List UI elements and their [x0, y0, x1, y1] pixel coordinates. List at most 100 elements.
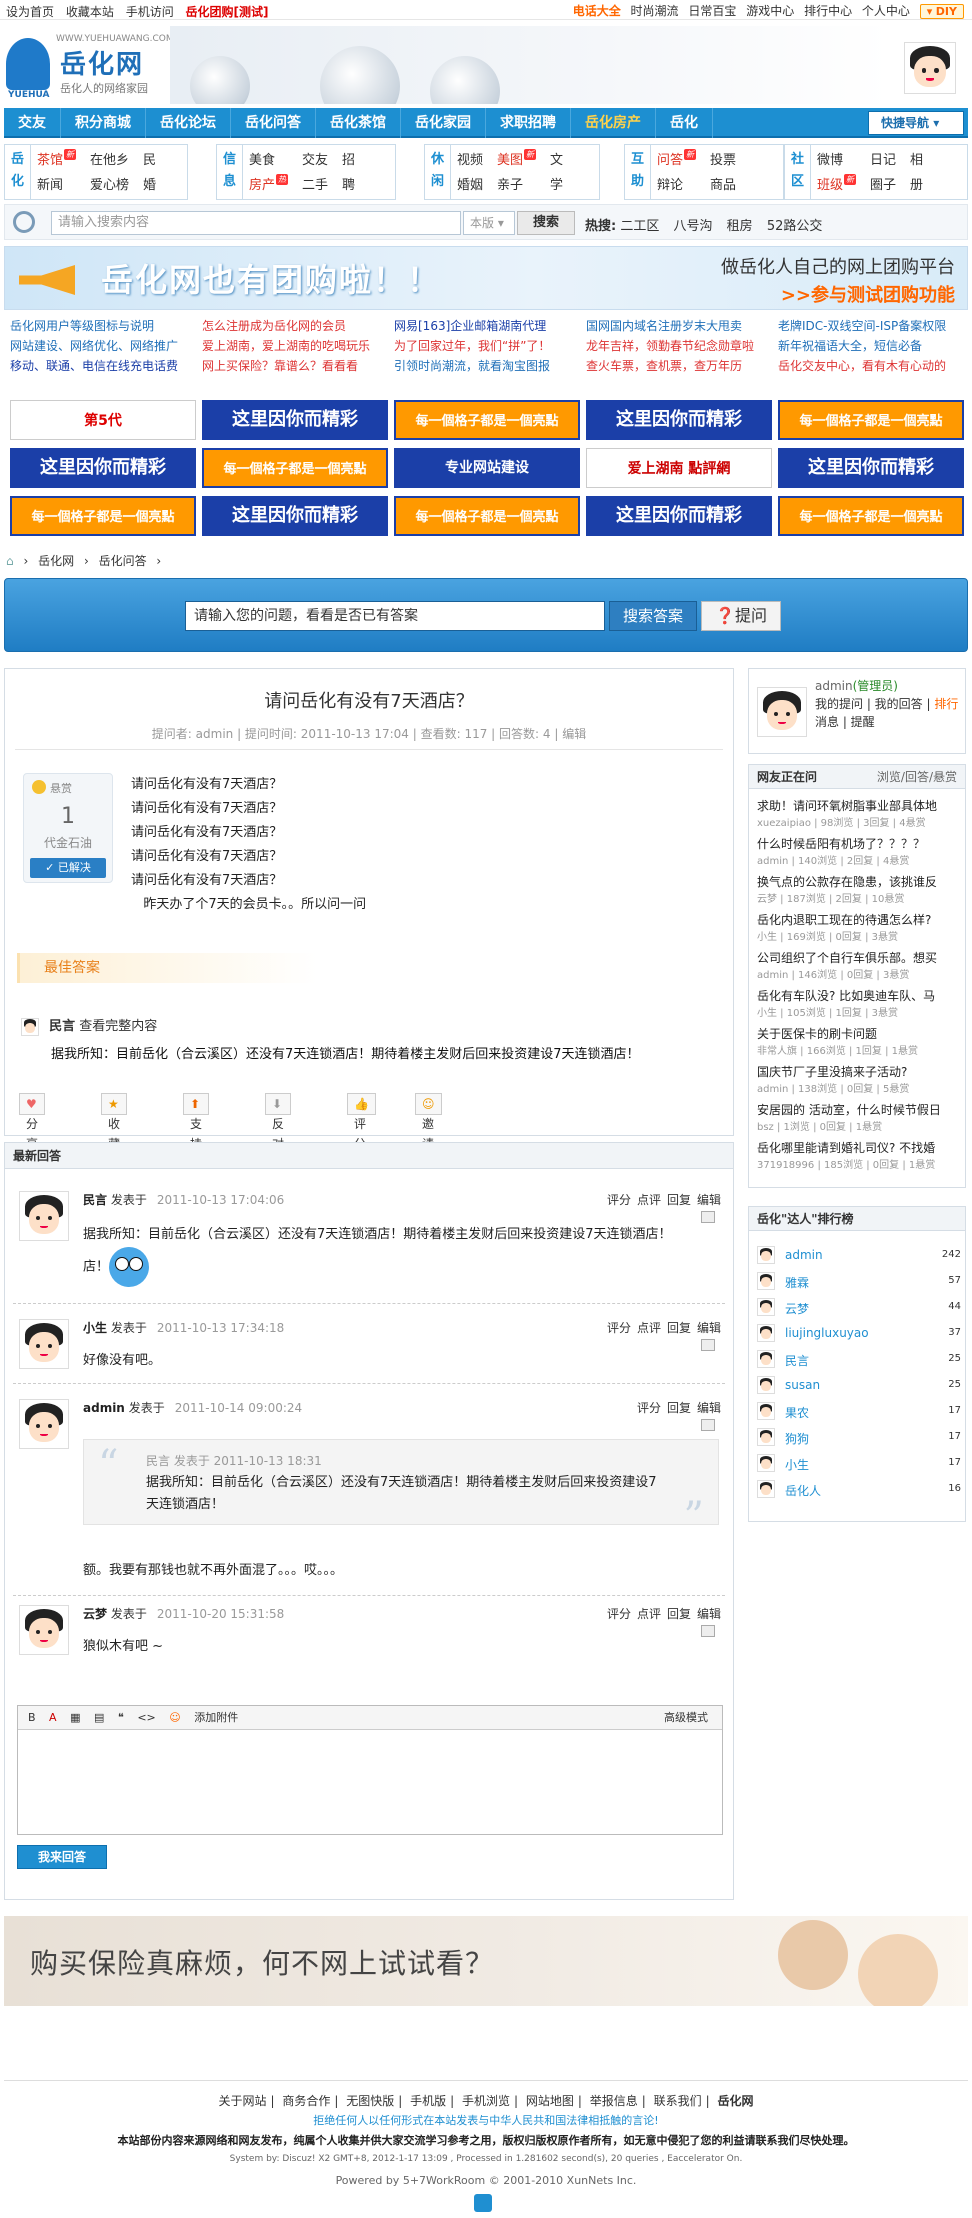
quote-button[interactable]: ❝ [118, 1711, 124, 1724]
rank-item[interactable]: susan 25 [757, 1373, 961, 1399]
cat-link[interactable]: 辩论 [657, 174, 696, 193]
nav-jifen[interactable]: 积分商城 [61, 108, 146, 138]
feed-item[interactable]: 国庆节厂子里没搞来子活动? admin | 138浏览 | 0回复 | 5悬赏 [757, 1063, 961, 1095]
ad-tile[interactable]: 专业网站建设 [394, 448, 580, 488]
report-icon[interactable] [701, 1339, 715, 1351]
ad-tile[interactable]: 这里因你而精彩 [202, 400, 388, 440]
paw-icon[interactable] [474, 2194, 492, 2212]
bold-button[interactable]: B [28, 1711, 36, 1724]
cat-link[interactable]: 美图新 [497, 149, 537, 168]
smiley-button[interactable]: ☺ [169, 1711, 180, 1724]
feed-item[interactable]: 安居园的 活动室，什么时候节假日 bsz | 1浏览 | 0回复 | 1悬赏 [757, 1101, 961, 1133]
feed-item[interactable]: 什么时候岳阳有机场了？？？？ admin | 140浏览 | 2回复 | 4悬赏 [757, 835, 961, 867]
reply-editor[interactable]: B A ▦ ▤ ❝ <> ☺ 添加附件 高级模式 [17, 1705, 723, 1835]
oppose-button[interactable]: ⬇反对 0 [265, 1093, 292, 1171]
feed-item[interactable]: 岳化有车队没? 比如奥迪车队、马 小生 | 105浏览 | 1回复 | 3悬赏 [757, 987, 961, 1019]
best-answer-username[interactable]: 民言 [49, 1019, 75, 1034]
promo-link[interactable]: 为了回家过年，我们“拼”了！ [394, 336, 584, 356]
ad-tile[interactable]: 每一個格子都是一個亮點 [778, 400, 964, 440]
rate-link[interactable]: 评分 [637, 1401, 661, 1415]
share-button[interactable]: ♥分享 0 [19, 1093, 46, 1171]
ranking-center-link[interactable]: 排行中心 [804, 4, 852, 18]
rank-item[interactable]: 云梦 44 [757, 1295, 961, 1321]
image-button[interactable]: ▦ [70, 1711, 80, 1724]
site-logo[interactable]: WWW.YUEHUAWANG.COM 岳化网 岳化人的网络家园 YUEHUA [6, 30, 174, 100]
avatar[interactable] [19, 1191, 69, 1241]
comment-link[interactable]: 点评 [637, 1321, 661, 1335]
rate-button[interactable]: 👍评分 [347, 1093, 376, 1151]
nav-yuehua[interactable]: 岳化 [656, 108, 713, 138]
home-icon[interactable]: ⌂ [6, 554, 14, 568]
cat-link[interactable]: 二手 [302, 174, 328, 193]
ad-tile[interactable]: 每一個格子都是一個亮點 [202, 448, 388, 488]
ad-tile[interactable]: 这里因你而精彩 [202, 496, 388, 536]
nav-luntan[interactable]: 岳化论坛 [146, 108, 231, 138]
search-answer-button[interactable]: 搜索答案 [609, 601, 697, 631]
rank-item[interactable]: 果农 17 [757, 1399, 961, 1425]
search-button[interactable]: 搜索 [517, 211, 575, 235]
ad-tile[interactable]: 每一個格子都是一個亮點 [778, 496, 964, 536]
tuangou-banner[interactable]: 岳化网也有团购啦！！ 做岳化人自己的网上团购平台 >>参与测试团购功能 [4, 246, 968, 310]
feed-item[interactable]: 换气点的公款存在隐患，该挑谁反 云梦 | 187浏览 | 2回复 | 10悬赏 [757, 873, 961, 905]
cat-link[interactable]: 亲子 [497, 174, 536, 193]
comment-link[interactable]: 点评 [637, 1607, 661, 1621]
view-full-link[interactable]: 查看完整内容 [79, 1019, 157, 1034]
cat-link[interactable]: 美食 [249, 149, 288, 168]
cat-link[interactable]: 问答新 [657, 149, 697, 168]
cat-link[interactable]: 商品 [710, 174, 736, 193]
cat-link[interactable]: 新闻 [37, 174, 76, 193]
feed-item[interactable]: 岳化哪里能请到婚礼司仪? 不找婚 371918996 | 185浏览 | 0回复 … [757, 1139, 961, 1171]
ad-tile[interactable]: 爱上湖南 點評網 [586, 448, 772, 488]
rank-item[interactable]: 岳化人 16 [757, 1477, 961, 1503]
breadcrumb-item[interactable]: 岳化问答 [99, 554, 147, 568]
avatar[interactable] [757, 687, 807, 737]
promo-link[interactable]: 引领时尚潮流，就看淘宝图报 [394, 356, 584, 376]
rank-item[interactable]: 雅霖 57 [757, 1269, 961, 1295]
feed-item[interactable]: 关于医保卡的刷卡问题 非常人旗 | 166浏览 | 1回复 | 1悬赏 [757, 1025, 961, 1057]
footer-link[interactable]: 手机版 [410, 2094, 446, 2108]
ask-input[interactable]: 请输入您的问题，看看是否已有答案 [185, 601, 605, 631]
footer-link[interactable]: 无图快版 [346, 2094, 394, 2108]
feed-item[interactable]: 求助！请问环氧树脂事业部具体地 xuezaipiao | 98浏览 | 3回复 |… [757, 797, 961, 829]
comment-link[interactable]: 点评 [637, 1193, 661, 1207]
code-button[interactable]: <> [137, 1711, 155, 1724]
cat-link[interactable]: 聘 [342, 174, 355, 193]
cat-link[interactable]: 相 [910, 149, 923, 168]
font-color-button[interactable]: A [49, 1711, 57, 1724]
report-icon[interactable] [701, 1625, 715, 1637]
footer-link[interactable]: 商务合作 [282, 2094, 330, 2108]
ad-tile[interactable]: 这里因你而精彩 [10, 448, 196, 488]
tuangou-link[interactable]: 岳化团购[测试] [186, 5, 269, 19]
ad-tile[interactable]: 每一個格子都是一個亮點 [10, 496, 196, 536]
cat-link[interactable]: 日记 [870, 149, 896, 168]
avatar[interactable] [19, 1605, 69, 1655]
quick-nav-button[interactable]: 快捷导航 ▾ [868, 111, 964, 135]
promo-link[interactable]: 爱上湖南，爱上湖南的吃喝玩乐 [202, 336, 392, 356]
avatar[interactable] [19, 1399, 69, 1449]
attachment-button[interactable]: 添加附件 [194, 1711, 238, 1724]
favorite-button[interactable]: ★收藏 0 [101, 1093, 128, 1171]
rate-link[interactable]: 评分 [607, 1193, 631, 1207]
cat-link[interactable]: 交友 [302, 149, 328, 168]
phone-directory-link[interactable]: 电话大全 [573, 4, 621, 18]
feed-item[interactable]: 公司组织了个自行车俱乐部。想买 admin | 146浏览 | 0回复 | 3悬赏 [757, 949, 961, 981]
cat-link[interactable]: 房产热 [249, 174, 289, 193]
ask-question-button[interactable]: ❓提问 [701, 601, 781, 631]
ad-tile[interactable]: 这里因你而精彩 [778, 448, 964, 488]
promo-link[interactable]: 老牌IDC-双线空间-ISP备案权限 [778, 316, 968, 336]
promo-link[interactable]: 网上买保险？靠谱么？看看看 [202, 356, 392, 376]
user-links[interactable]: 我的提问 | 我的回答 | 排行 消息 | 提醒 [815, 695, 963, 731]
reply-link[interactable]: 回复 [667, 1321, 691, 1335]
footer-link[interactable]: 岳化网 [717, 2094, 753, 2108]
rank-item[interactable]: 狗狗 17 [757, 1425, 961, 1451]
reply-link[interactable]: 回复 [667, 1401, 691, 1415]
personal-center-link[interactable]: 个人中心 [862, 4, 910, 18]
promo-link[interactable]: 国网国内域名注册岁末大甩卖 [586, 316, 776, 336]
invite-button[interactable]: ☺邀请 [415, 1093, 442, 1151]
edit-link[interactable]: 编辑 [697, 1321, 721, 1335]
daily-link[interactable]: 日常百宝 [688, 4, 736, 18]
nav-chaguan[interactable]: 岳化茶馆 [316, 108, 401, 138]
footer-link[interactable]: 网站地图 [526, 2094, 574, 2108]
mobile-link[interactable]: 手机访问 [126, 5, 174, 19]
footer-link[interactable]: 举报信息 [590, 2094, 638, 2108]
